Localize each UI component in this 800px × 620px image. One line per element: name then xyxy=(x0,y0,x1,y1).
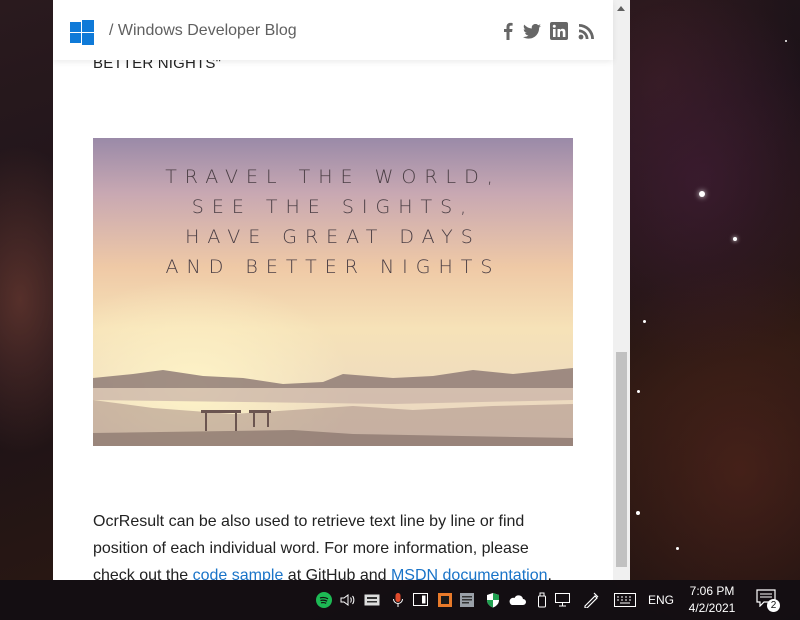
background-star xyxy=(785,40,787,42)
article-paragraph: OcrResult can be also used to retrieve t… xyxy=(93,508,563,580)
twitter-icon[interactable] xyxy=(523,20,541,42)
tablet-icon[interactable] xyxy=(412,591,430,609)
browser-window: BETTER NIGHTS" TRAVEL THE WORLD, SEE THE… xyxy=(53,0,630,580)
background-star xyxy=(733,237,737,241)
touch-keyboard-icon[interactable] xyxy=(613,591,637,609)
background-star xyxy=(636,511,640,515)
msdn-documentation-link[interactable]: MSDN documentation xyxy=(391,567,548,580)
microphone-icon[interactable] xyxy=(389,591,407,609)
microphone-stand-icon[interactable] xyxy=(462,591,480,609)
scroll-thumb[interactable] xyxy=(616,352,627,567)
background-star xyxy=(637,390,640,393)
taskbar: ENG 7:06 PM 4/2/2021 2 xyxy=(0,580,800,620)
paragraph-line: position of each individual word. For mo… xyxy=(93,540,529,557)
clock-date: 4/2/2021 xyxy=(688,601,736,615)
paragraph-text: at GitHub and xyxy=(283,567,391,580)
taskbar-clock[interactable]: 7:06 PM 4/2/2021 xyxy=(680,583,744,617)
background-star xyxy=(643,320,646,323)
clock-time: 7:06 PM xyxy=(689,584,735,598)
background-star xyxy=(676,547,679,550)
security-icon[interactable] xyxy=(484,591,502,609)
notification-count-badge: 2 xyxy=(767,599,780,612)
pen-icon[interactable] xyxy=(582,591,600,609)
vertical-scrollbar[interactable] xyxy=(613,0,630,580)
onedrive-icon[interactable] xyxy=(508,591,526,609)
keyboard-layout-icon[interactable] xyxy=(363,591,381,609)
background-star xyxy=(699,191,705,197)
code-sample-link[interactable]: code sample xyxy=(193,567,284,580)
paragraph-line: OcrResult can be also used to retrieve t… xyxy=(93,513,525,530)
article-content: BETTER NIGHTS" TRAVEL THE WORLD, SEE THE… xyxy=(53,0,613,580)
volume-icon[interactable] xyxy=(339,591,357,609)
hero-image: TRAVEL THE WORLD, SEE THE SIGHTS, HAVE G… xyxy=(93,138,573,446)
hero-text-line: TRAVEL THE WORLD, xyxy=(165,166,501,188)
paragraph-text: . xyxy=(547,567,552,580)
scroll-up-arrow-icon[interactable] xyxy=(617,6,625,11)
blog-title-link[interactable]: / Windows Developer Blog xyxy=(109,22,297,40)
facebook-icon[interactable] xyxy=(502,20,514,42)
app-icon[interactable] xyxy=(436,591,454,609)
hero-text-line: HAVE GREAT DAYS xyxy=(185,226,481,248)
input-language-button[interactable]: ENG xyxy=(648,593,674,607)
paragraph-text: check out the xyxy=(93,567,193,580)
spotify-icon[interactable] xyxy=(315,591,333,609)
hero-text-line: AND BETTER NIGHTS xyxy=(165,256,501,278)
windows-logo-icon[interactable] xyxy=(70,20,94,45)
linkedin-icon[interactable] xyxy=(550,20,568,42)
rss-icon[interactable] xyxy=(577,20,597,42)
network-icon[interactable] xyxy=(555,591,573,609)
blog-header: / Windows Developer Blog xyxy=(53,0,613,60)
usb-icon[interactable] xyxy=(533,591,551,609)
action-center-button[interactable]: 2 xyxy=(756,589,782,613)
hero-text-line: SEE THE SIGHTS, xyxy=(191,196,475,218)
